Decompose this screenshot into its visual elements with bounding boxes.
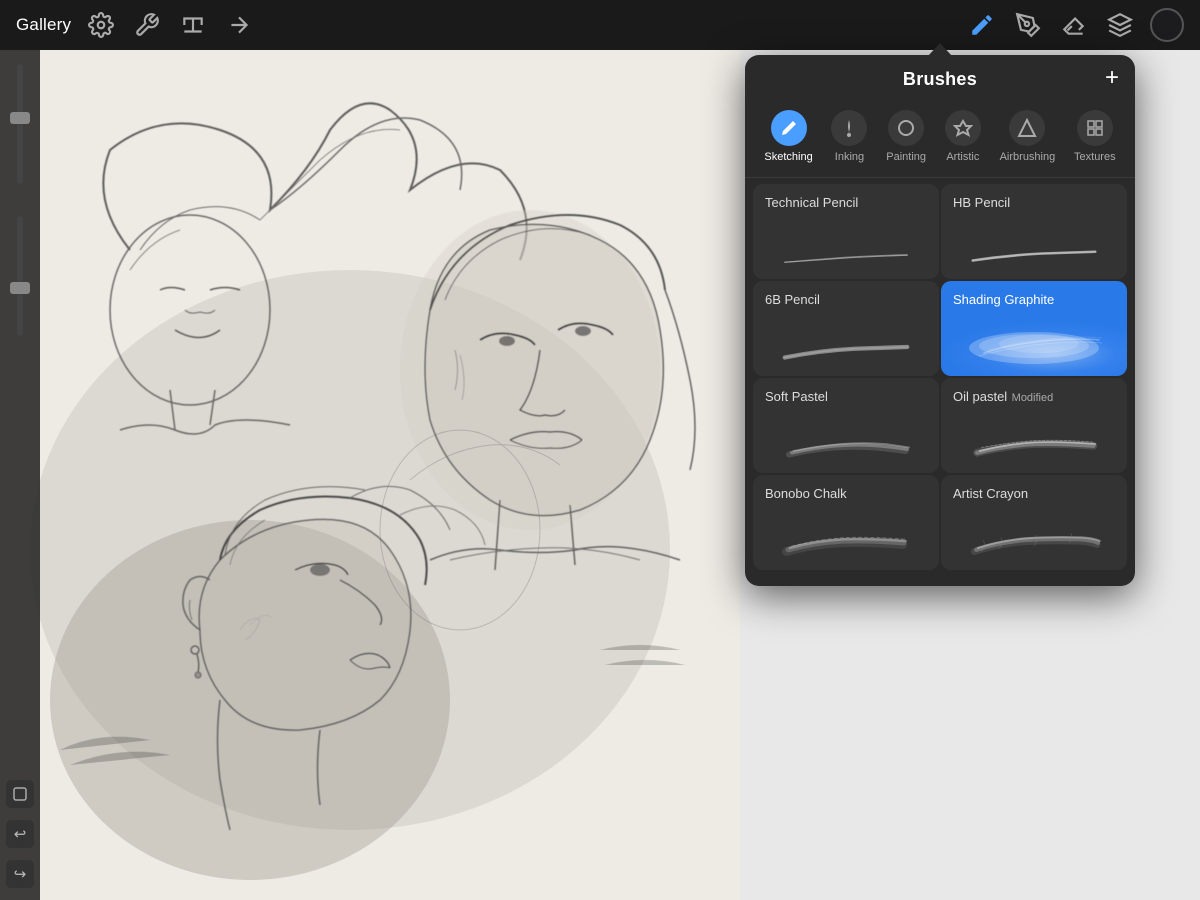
redo-button[interactable]: ↪ [6, 860, 34, 888]
painting-label: Painting [886, 151, 926, 163]
brush-name-oil-pastel: Oil pastel [953, 389, 1007, 404]
brush-name-6b-pencil: 6B Pencil [765, 292, 820, 307]
brush-preview-soft-pastel [763, 430, 929, 465]
color-swatch[interactable] [1150, 8, 1184, 42]
brush-preview-technical-pencil [763, 236, 929, 271]
textures-label: Textures [1074, 151, 1116, 163]
category-tabs: Sketching Inking Painting [745, 100, 1135, 178]
tab-artistic[interactable]: Artistic [937, 106, 989, 167]
brush-hb-pencil[interactable]: HB Pencil [941, 184, 1127, 279]
canvas-area[interactable] [0, 50, 740, 900]
brush-oil-pastel[interactable]: Oil pastel Modified [941, 378, 1127, 473]
adjustments-tool-icon[interactable] [131, 9, 163, 41]
eraser-tool-icon[interactable] [1058, 9, 1090, 41]
brush-6b-pencil[interactable]: 6B Pencil [753, 281, 939, 376]
sketching-icon [771, 110, 807, 146]
brush-name-soft-pastel: Soft Pastel [765, 389, 828, 404]
brush-preview-bonobo-chalk [763, 527, 929, 562]
painting-icon [888, 110, 924, 146]
brush-name-artist-crayon: Artist Crayon [953, 486, 1028, 501]
smudge-tool-icon[interactable] [1012, 9, 1044, 41]
brush-bonobo-chalk[interactable]: Bonobo Chalk [753, 475, 939, 570]
brushes-panel: Brushes + Sketching Inking [745, 55, 1135, 586]
brush-preview-shading-graphite [951, 318, 1117, 368]
brush-name-bonobo-chalk: Bonobo Chalk [765, 486, 847, 501]
undo-button[interactable]: ↩ [6, 820, 34, 848]
letter-s-tool-icon[interactable] [177, 9, 209, 41]
arrow-tool-icon[interactable] [223, 9, 255, 41]
undo-icon: ↩ [14, 825, 27, 843]
inking-icon [831, 110, 867, 146]
redo-icon: ↪ [14, 865, 27, 883]
brush-shading-graphite[interactable]: Shading Graphite [941, 281, 1127, 376]
brush-artist-crayon[interactable]: Artist Crayon [941, 475, 1127, 570]
brush-name-shading-graphite: Shading Graphite [953, 292, 1054, 307]
size-thumb[interactable] [10, 282, 30, 294]
brush-tool-icon[interactable] [966, 9, 998, 41]
brush-preview-oil-pastel [951, 430, 1117, 465]
textures-icon [1077, 110, 1113, 146]
brush-grid: Technical Pencil HB Pencil 6B Pencil [745, 184, 1135, 570]
tab-sketching[interactable]: Sketching [756, 106, 820, 167]
brush-subtitle-oil-pastel: Modified [1012, 392, 1054, 404]
square-tool-btn[interactable] [6, 780, 34, 808]
tab-textures[interactable]: Textures [1066, 106, 1124, 167]
tab-inking[interactable]: Inking [823, 106, 875, 167]
inking-label: Inking [835, 151, 864, 163]
panel-header: Brushes + [745, 55, 1135, 100]
sketch-artwork [0, 50, 740, 900]
layers-tool-icon[interactable] [1104, 9, 1136, 41]
toolbar-left: Gallery [16, 9, 255, 41]
sketching-label: Sketching [764, 151, 812, 163]
artistic-label: Artistic [946, 151, 979, 163]
brush-preview-artist-crayon [951, 527, 1117, 562]
gallery-button[interactable]: Gallery [16, 15, 71, 35]
opacity-slider[interactable] [17, 64, 23, 184]
panel-title: Brushes [903, 69, 977, 90]
toolbar: Gallery [0, 0, 1200, 50]
airbrushing-label: Airbrushing [1000, 151, 1056, 163]
brush-preview-hb-pencil [951, 236, 1117, 271]
tab-painting[interactable]: Painting [878, 106, 934, 167]
opacity-thumb[interactable] [10, 112, 30, 124]
brush-soft-pastel[interactable]: Soft Pastel [753, 378, 939, 473]
brush-preview-6b-pencil [763, 333, 929, 368]
brush-technical-pencil[interactable]: Technical Pencil [753, 184, 939, 279]
tab-airbrushing[interactable]: Airbrushing [992, 106, 1064, 167]
left-sidebar: ↩ ↪ [0, 50, 40, 900]
brush-name-hb-pencil: HB Pencil [953, 195, 1010, 210]
brush-name-technical-pencil: Technical Pencil [765, 195, 858, 210]
wrench-tool-icon[interactable] [85, 9, 117, 41]
add-brush-button[interactable]: + [1105, 66, 1119, 90]
toolbar-right [966, 8, 1184, 42]
size-slider[interactable] [17, 216, 23, 336]
airbrushing-icon [1009, 110, 1045, 146]
artistic-icon [945, 110, 981, 146]
